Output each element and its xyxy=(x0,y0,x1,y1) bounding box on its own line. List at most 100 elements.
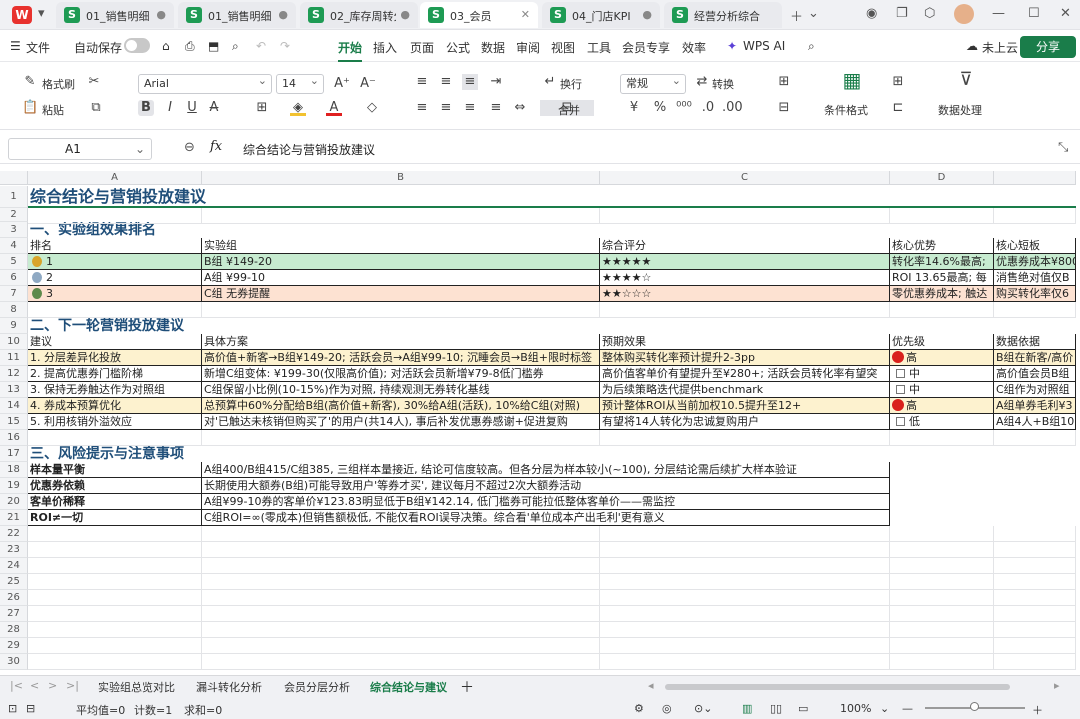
row-header[interactable]: 8 xyxy=(0,302,28,318)
menu-formula[interactable]: 公式 xyxy=(446,39,470,56)
font-family-select[interactable]: Arial xyxy=(138,72,272,94)
chevron-down-icon[interactable]: ⌄ xyxy=(808,6,819,21)
weakness-cell[interactable]: 消售绝对值仅B xyxy=(994,270,1076,286)
effect-cell[interactable]: 整体购买转化率预计提升2-3pp xyxy=(600,350,890,366)
menu-review[interactable]: 审阅 xyxy=(516,39,540,56)
tab-doc-3[interactable]: S02_库存周转分析● xyxy=(300,2,418,28)
empty-cell[interactable] xyxy=(28,208,202,224)
export-icon[interactable]: ⬒ xyxy=(208,39,219,53)
priority-cell[interactable]: 高 xyxy=(890,350,994,366)
empty-cell[interactable] xyxy=(890,574,994,590)
column-heading[interactable]: 优先级 xyxy=(890,334,994,350)
score-cell[interactable]: ★★★★★ xyxy=(600,254,890,270)
close-icon[interactable]: ● xyxy=(156,8,166,21)
advantage-cell[interactable]: ROI 13.65最高; 每 xyxy=(890,270,994,286)
empty-cell[interactable] xyxy=(600,590,890,606)
sheet-title[interactable]: 综合结论与营销投放建议 xyxy=(28,186,1076,208)
empty-cell[interactable] xyxy=(28,574,202,590)
menu-tools[interactable]: 工具 xyxy=(587,39,611,56)
column-heading[interactable]: 核心短板 xyxy=(994,238,1076,254)
new-tab-plus-icon[interactable]: ＋ xyxy=(790,6,803,25)
empty-cell[interactable] xyxy=(890,654,994,670)
align-middle-icon[interactable]: ≡ xyxy=(438,74,454,90)
row-header[interactable]: 2 xyxy=(0,208,28,222)
empty-cell[interactable] xyxy=(994,622,1076,638)
paste-button[interactable]: 粘贴 xyxy=(42,102,64,118)
normal-view-icon[interactable]: ▥ xyxy=(742,702,752,715)
empty-cell[interactable] xyxy=(994,638,1076,654)
score-cell[interactable]: ★★★★☆ xyxy=(600,270,890,286)
empty-cell[interactable] xyxy=(28,622,202,638)
search-icon[interactable]: ⌕ xyxy=(808,39,815,54)
zoom-level[interactable]: 100% xyxy=(840,702,871,715)
menu-start[interactable]: 开始 xyxy=(338,39,363,62)
row-header[interactable]: 6 xyxy=(0,270,28,286)
align-right-icon[interactable]: ≡ xyxy=(462,100,478,116)
empty-cell[interactable] xyxy=(890,208,994,224)
empty-cell[interactable] xyxy=(202,654,600,670)
tab-doc-5[interactable]: S 04_门店KPI ● xyxy=(542,2,660,28)
macro-icon[interactable]: ⊟ xyxy=(26,702,35,715)
plan-cell[interactable]: 高价值+新客→B组¥149-20; 活跃会员→A组¥99-10; 沉睡会员→B组… xyxy=(202,350,600,366)
avatar[interactable] xyxy=(954,4,974,24)
plan-cell[interactable]: 新增C组变体: ¥199-30(仅限高价值); 对活跃会员新增¥79-8低门槛券 xyxy=(202,366,600,382)
share-button[interactable]: 分享 xyxy=(1020,36,1076,58)
empty-cell[interactable] xyxy=(600,542,890,558)
merge-button[interactable]: 合并 xyxy=(558,102,580,118)
cube-icon[interactable]: ⬡ xyxy=(924,6,935,21)
empty-cell[interactable] xyxy=(202,542,600,558)
rank-cell[interactable]: 2 xyxy=(28,270,202,286)
scroll-right-icon[interactable]: ▸ xyxy=(1054,679,1060,692)
menu-file[interactable]: 文件 xyxy=(26,39,50,56)
number-format-select[interactable]: 常规 xyxy=(620,72,686,94)
column-heading[interactable]: 预期效果 xyxy=(600,334,890,350)
wrap-button[interactable]: 换行 xyxy=(560,76,582,92)
empty-cell[interactable] xyxy=(994,590,1076,606)
close-icon[interactable]: ● xyxy=(278,8,288,21)
row-header[interactable]: 25 xyxy=(0,574,28,590)
row-header[interactable]: 1 xyxy=(0,186,28,208)
empty-cell[interactable] xyxy=(600,526,890,542)
basis-cell[interactable]: B组在新客/高价 xyxy=(994,350,1076,366)
menu-page[interactable]: 页面 xyxy=(410,39,434,56)
row-header[interactable]: 24 xyxy=(0,558,28,574)
empty-cell[interactable] xyxy=(202,208,600,224)
close-icon[interactable]: ● xyxy=(400,8,410,21)
advantage-cell[interactable]: 转化率14.6%最高; xyxy=(890,254,994,270)
empty-cell[interactable] xyxy=(890,542,994,558)
empty-cell[interactable] xyxy=(994,302,1076,318)
hamburger-icon[interactable]: ☰ xyxy=(10,39,21,53)
font-color-icon[interactable]: A xyxy=(326,100,342,116)
effect-cell[interactable]: 有望将14人转化为忠诚复购用户 xyxy=(600,414,890,430)
page-break-icon[interactable]: ▭ xyxy=(798,702,808,715)
column-heading[interactable]: 数据依据 xyxy=(994,334,1076,350)
row-header[interactable]: 3 xyxy=(0,222,28,238)
empty-cell[interactable] xyxy=(28,526,202,542)
row-header[interactable]: 12 xyxy=(0,366,28,382)
empty-cell[interactable] xyxy=(600,302,890,318)
fill-color-icon[interactable]: ◈ xyxy=(290,100,306,116)
copy-icon[interactable]: ⧉ xyxy=(88,100,104,116)
empty-cell[interactable] xyxy=(994,574,1076,590)
cut-icon[interactable]: ✂ xyxy=(86,74,102,90)
section-heading[interactable]: 一、实验组效果排名 xyxy=(28,222,600,238)
zoom-slider-knob[interactable] xyxy=(970,702,979,711)
format-painter-button[interactable]: 格式刷 xyxy=(42,76,75,92)
empty-cell[interactable] xyxy=(600,430,890,446)
format-painter-icon[interactable]: ✎ xyxy=(22,74,38,90)
column-heading[interactable]: 排名 xyxy=(28,238,202,254)
empty-cell[interactable] xyxy=(28,430,202,446)
menu-member[interactable]: 会员专享 xyxy=(622,39,670,56)
empty-cell[interactable] xyxy=(890,622,994,638)
horizontal-scrollbar[interactable] xyxy=(665,684,1010,690)
suggestion-cell[interactable]: 2. 提高优惠券门槛阶梯 xyxy=(28,366,202,382)
assistant-icon[interactable]: ◉ xyxy=(866,6,877,21)
fill-icon[interactable]: ⊟ xyxy=(776,100,792,116)
strikethrough-button[interactable]: A xyxy=(206,100,222,116)
settings-icon[interactable]: ⚙ xyxy=(634,702,644,715)
conditional-format-icon[interactable]: ▦ xyxy=(840,70,864,94)
row-header[interactable]: 5 xyxy=(0,254,28,270)
window-layout-icon[interactable]: ❐ xyxy=(896,6,908,21)
close-icon[interactable]: ✕ xyxy=(521,8,530,21)
first-sheet-icon[interactable]: |< xyxy=(10,679,23,692)
